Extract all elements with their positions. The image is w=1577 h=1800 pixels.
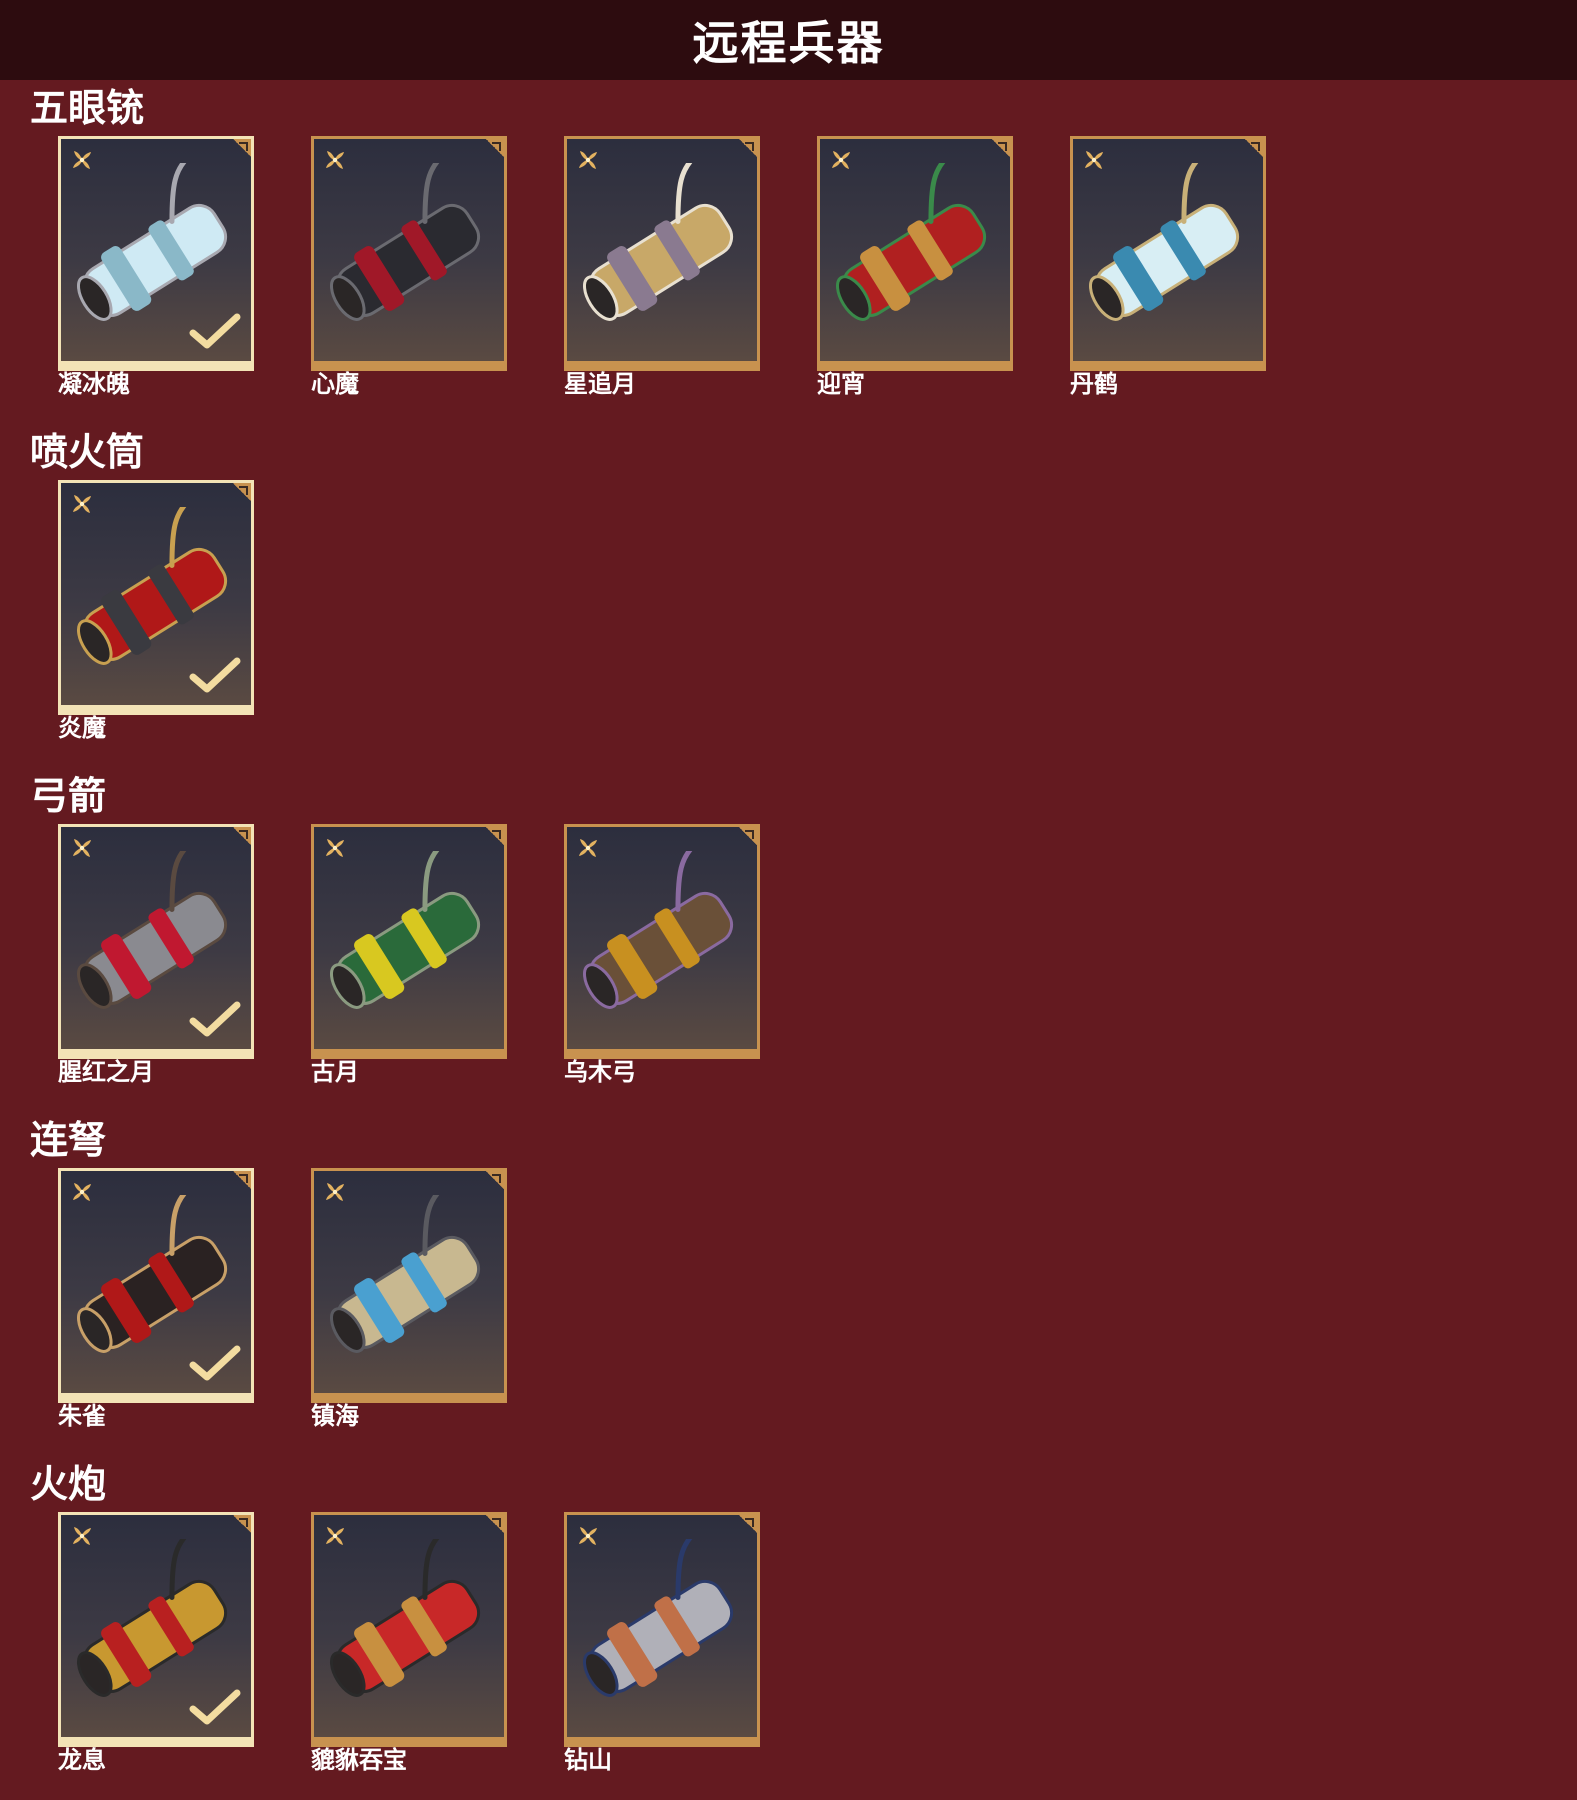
weapon-name: 腥红之月	[58, 1058, 154, 1086]
corner-mark-icon	[739, 827, 757, 845]
weapon-name: 貔貅吞宝	[311, 1746, 407, 1774]
weapon-tile[interactable]	[58, 136, 254, 371]
weapon-tile[interactable]	[564, 136, 760, 371]
corner-mark-icon	[486, 139, 504, 157]
weapon-tile[interactable]	[311, 824, 507, 1059]
corner-mark-icon	[233, 483, 251, 501]
weapon-card[interactable]: 古月	[311, 824, 507, 1094]
weapon-name: 凝冰魄	[58, 370, 130, 398]
weapon-name: 龙息	[58, 1746, 106, 1774]
corner-mark-icon	[739, 139, 757, 157]
weapon-card[interactable]: 心魔	[311, 136, 507, 406]
weapon-name: 钻山	[564, 1746, 612, 1774]
flower-icon	[579, 839, 597, 857]
weapon-image	[835, 163, 987, 321]
check-icon	[189, 313, 241, 349]
weapon-image	[329, 163, 481, 321]
weapon-name: 星追月	[564, 370, 636, 398]
weapon-image	[1088, 163, 1240, 321]
check-icon	[189, 1001, 241, 1037]
weapon-card[interactable]: 腥红之月	[58, 824, 254, 1094]
category-title: 五眼铳	[30, 86, 145, 130]
flower-icon	[73, 151, 91, 169]
weapon-image	[582, 163, 734, 321]
flower-icon	[73, 839, 91, 857]
weapon-name: 炎魔	[58, 714, 106, 742]
weapon-image	[329, 1539, 481, 1697]
weapon-tile[interactable]	[564, 824, 760, 1059]
weapon-tile[interactable]	[58, 1512, 254, 1747]
weapon-image	[329, 851, 481, 1009]
check-icon	[189, 1345, 241, 1381]
weapon-image	[582, 1539, 734, 1697]
category-title: 弓箭	[30, 774, 107, 818]
weapon-name: 丹鹤	[1070, 370, 1118, 398]
weapon-name: 镇海	[311, 1402, 359, 1430]
corner-mark-icon	[486, 1171, 504, 1189]
flower-icon	[326, 1527, 344, 1545]
weapon-image	[582, 851, 734, 1009]
flower-icon	[326, 839, 344, 857]
corner-mark-icon	[486, 1515, 504, 1533]
weapon-card[interactable]: 星追月	[564, 136, 760, 406]
flower-icon	[326, 151, 344, 169]
flower-icon	[579, 1527, 597, 1545]
weapon-tile[interactable]	[58, 1168, 254, 1403]
weapon-card[interactable]: 镇海	[311, 1168, 507, 1438]
corner-mark-icon	[486, 827, 504, 845]
category-title: 连弩	[30, 1118, 107, 1162]
corner-mark-icon	[233, 1171, 251, 1189]
flower-icon	[832, 151, 850, 169]
flower-icon	[579, 151, 597, 169]
weapon-tile[interactable]	[311, 1512, 507, 1747]
page-header: 远程兵器	[0, 0, 1577, 80]
corner-mark-icon	[992, 139, 1010, 157]
weapon-card[interactable]: 貔貅吞宝	[311, 1512, 507, 1782]
weapon-card[interactable]: 朱雀	[58, 1168, 254, 1438]
weapon-card[interactable]: 丹鹤	[1070, 136, 1266, 406]
category-title: 火炮	[30, 1462, 107, 1506]
weapon-card[interactable]: 迎宵	[817, 136, 1013, 406]
weapon-tile[interactable]	[58, 824, 254, 1059]
weapon-image	[329, 1195, 481, 1353]
weapon-name: 古月	[311, 1058, 359, 1086]
corner-mark-icon	[739, 1515, 757, 1533]
page-title: 远程兵器	[692, 16, 885, 70]
weapon-card[interactable]: 乌木弓	[564, 824, 760, 1094]
weapon-card[interactable]: 龙息	[58, 1512, 254, 1782]
weapon-card[interactable]: 钻山	[564, 1512, 760, 1782]
corner-mark-icon	[233, 827, 251, 845]
check-icon	[189, 1689, 241, 1725]
weapon-tile[interactable]	[817, 136, 1013, 371]
flower-icon	[73, 495, 91, 513]
category-title: 喷火筒	[30, 430, 145, 474]
corner-mark-icon	[233, 139, 251, 157]
weapon-tile[interactable]	[1070, 136, 1266, 371]
weapon-tile[interactable]	[311, 1168, 507, 1403]
weapon-tile[interactable]	[564, 1512, 760, 1747]
weapon-name: 心魔	[311, 370, 359, 398]
weapon-tile[interactable]	[311, 136, 507, 371]
corner-mark-icon	[233, 1515, 251, 1533]
weapon-name: 乌木弓	[564, 1058, 636, 1086]
corner-mark-icon	[1245, 139, 1263, 157]
flower-icon	[1085, 151, 1103, 169]
weapon-card[interactable]: 炎魔	[58, 480, 254, 750]
check-icon	[189, 657, 241, 693]
flower-icon	[326, 1183, 344, 1201]
weapon-name: 朱雀	[58, 1402, 106, 1430]
weapon-card[interactable]: 凝冰魄	[58, 136, 254, 406]
flower-icon	[73, 1527, 91, 1545]
weapon-name: 迎宵	[817, 370, 865, 398]
weapon-tile[interactable]	[58, 480, 254, 715]
flower-icon	[73, 1183, 91, 1201]
